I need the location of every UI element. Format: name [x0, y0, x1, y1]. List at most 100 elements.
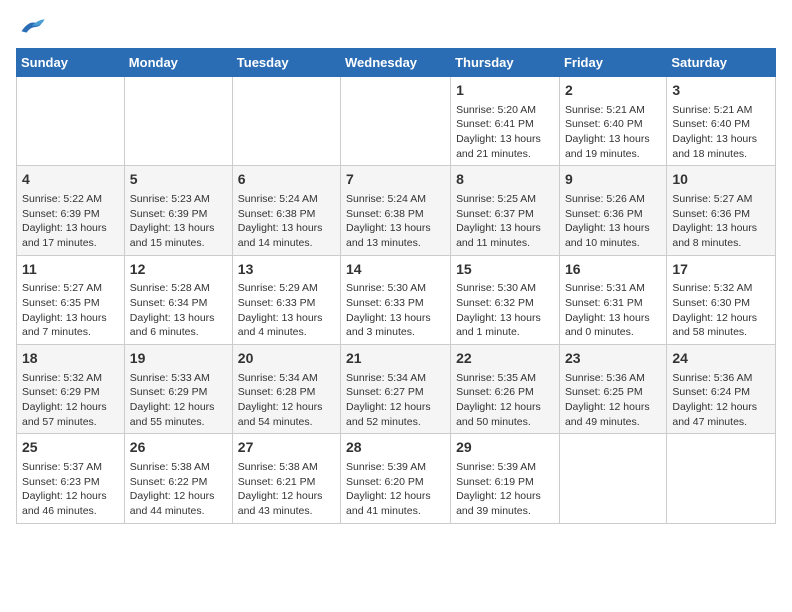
- day-number: 29: [456, 438, 554, 458]
- day-number: 28: [346, 438, 445, 458]
- calendar-week-row: 4Sunrise: 5:22 AM Sunset: 6:39 PM Daylig…: [17, 166, 776, 255]
- calendar-cell: 23Sunrise: 5:36 AM Sunset: 6:25 PM Dayli…: [559, 345, 666, 434]
- day-info: Sunrise: 5:37 AM Sunset: 6:23 PM Dayligh…: [22, 461, 107, 517]
- calendar-cell: 22 Sunrise: 5:35 AM Sunset: 6:26 PM Dayli…: [451, 345, 560, 434]
- calendar-cell: 21 Sunrise: 5:34 AM Sunset: 6:27 PM Dayli…: [341, 345, 451, 434]
- calendar-cell: 7 Sunrise: 5:24 AM Sunset: 6:38 PM Daylig…: [341, 166, 451, 255]
- calendar-cell: 20Sunrise: 5:34 AM Sunset: 6:28 PM Dayli…: [232, 345, 340, 434]
- page-header: [16, 16, 776, 38]
- day-number: 24: [672, 349, 770, 369]
- weekday-header: Wednesday: [341, 49, 451, 77]
- day-number: 11: [22, 260, 119, 280]
- day-number: 12: [130, 260, 227, 280]
- day-info: Sunrise: 5:36 AM Sunset: 6:24 PM Dayligh…: [672, 372, 757, 428]
- day-number: 5: [130, 170, 227, 190]
- day-info: Sunrise: 5:30 AM Sunset: 6:32 PM Dayligh…: [456, 282, 541, 338]
- day-number: 17: [672, 260, 770, 280]
- day-number: 10: [672, 170, 770, 190]
- calendar-cell: 17Sunrise: 5:32 AM Sunset: 6:30 PM Dayli…: [667, 255, 776, 344]
- calendar-cell: 6Sunrise: 5:24 AM Sunset: 6:38 PM Daylig…: [232, 166, 340, 255]
- calendar-cell: [17, 77, 125, 166]
- day-info: Sunrise: 5:25 AM Sunset: 6:37 PM Dayligh…: [456, 193, 541, 249]
- day-info: Sunrise: 5:30 AM Sunset: 6:33 PM Dayligh…: [346, 282, 431, 338]
- day-number: 20: [238, 349, 335, 369]
- calendar-cell: 11Sunrise: 5:27 AM Sunset: 6:35 PM Dayli…: [17, 255, 125, 344]
- calendar-cell: 12Sunrise: 5:28 AM Sunset: 6:34 PM Dayli…: [124, 255, 232, 344]
- day-info: Sunrise: 5:21 AM Sunset: 6:40 PM Dayligh…: [565, 104, 650, 160]
- day-number: 16: [565, 260, 661, 280]
- calendar-cell: 28 Sunrise: 5:39 AM Sunset: 6:20 PM Dayli…: [341, 434, 451, 523]
- day-info: Sunrise: 5:27 AM Sunset: 6:36 PM Dayligh…: [672, 193, 757, 249]
- calendar-cell: 14Sunrise: 5:30 AM Sunset: 6:33 PM Dayli…: [341, 255, 451, 344]
- calendar-week-row: 18 Sunrise: 5:32 AM Sunset: 6:29 PM Dayli…: [17, 345, 776, 434]
- day-info: Sunrise: 5:20 AM Sunset: 6:41 PM Dayligh…: [456, 104, 541, 160]
- day-number: 6: [238, 170, 335, 190]
- day-number: 21: [346, 349, 445, 369]
- calendar-cell: 4Sunrise: 5:22 AM Sunset: 6:39 PM Daylig…: [17, 166, 125, 255]
- day-number: 8: [456, 170, 554, 190]
- calendar-cell: 15Sunrise: 5:30 AM Sunset: 6:32 PM Dayli…: [451, 255, 560, 344]
- day-number: 18: [22, 349, 119, 369]
- calendar-cell: 16Sunrise: 5:31 AM Sunset: 6:31 PM Dayli…: [559, 255, 666, 344]
- calendar-cell: 24 Sunrise: 5:36 AM Sunset: 6:24 PM Dayli…: [667, 345, 776, 434]
- day-number: 13: [238, 260, 335, 280]
- weekday-header: Monday: [124, 49, 232, 77]
- day-info: Sunrise: 5:34 AM Sunset: 6:27 PM Dayligh…: [346, 372, 431, 428]
- calendar-cell: 2 Sunrise: 5:21 AM Sunset: 6:40 PM Daylig…: [559, 77, 666, 166]
- calendar-week-row: 11Sunrise: 5:27 AM Sunset: 6:35 PM Dayli…: [17, 255, 776, 344]
- calendar-cell: 8 Sunrise: 5:25 AM Sunset: 6:37 PM Daylig…: [451, 166, 560, 255]
- day-info: Sunrise: 5:35 AM Sunset: 6:26 PM Dayligh…: [456, 372, 541, 428]
- calendar-cell: 29 Sunrise: 5:39 AM Sunset: 6:19 PM Dayli…: [451, 434, 560, 523]
- day-info: Sunrise: 5:33 AM Sunset: 6:29 PM Dayligh…: [130, 372, 215, 428]
- calendar-cell: 1 Sunrise: 5:20 AM Sunset: 6:41 PM Daylig…: [451, 77, 560, 166]
- day-number: 2: [565, 81, 661, 101]
- day-info: Sunrise: 5:26 AM Sunset: 6:36 PM Dayligh…: [565, 193, 650, 249]
- weekday-header: Thursday: [451, 49, 560, 77]
- calendar-cell: [667, 434, 776, 523]
- weekday-header: Tuesday: [232, 49, 340, 77]
- day-info: Sunrise: 5:32 AM Sunset: 6:30 PM Dayligh…: [672, 282, 757, 338]
- day-number: 3: [672, 81, 770, 101]
- day-number: 19: [130, 349, 227, 369]
- day-number: 27: [238, 438, 335, 458]
- day-info: Sunrise: 5:21 AM Sunset: 6:40 PM Dayligh…: [672, 104, 757, 160]
- calendar-week-row: 25 Sunrise: 5:37 AM Sunset: 6:23 PM Dayli…: [17, 434, 776, 523]
- day-info: Sunrise: 5:39 AM Sunset: 6:20 PM Dayligh…: [346, 461, 431, 517]
- calendar-week-row: 1 Sunrise: 5:20 AM Sunset: 6:41 PM Daylig…: [17, 77, 776, 166]
- weekday-header: Friday: [559, 49, 666, 77]
- calendar-cell: 3 Sunrise: 5:21 AM Sunset: 6:40 PM Daylig…: [667, 77, 776, 166]
- calendar-table: SundayMondayTuesdayWednesdayThursdayFrid…: [16, 48, 776, 524]
- calendar-cell: 9Sunrise: 5:26 AM Sunset: 6:36 PM Daylig…: [559, 166, 666, 255]
- day-number: 7: [346, 170, 445, 190]
- day-number: 25: [22, 438, 119, 458]
- day-info: Sunrise: 5:29 AM Sunset: 6:33 PM Dayligh…: [238, 282, 323, 338]
- day-number: 14: [346, 260, 445, 280]
- day-info: Sunrise: 5:38 AM Sunset: 6:22 PM Dayligh…: [130, 461, 215, 517]
- day-info: Sunrise: 5:24 AM Sunset: 6:38 PM Dayligh…: [346, 193, 431, 249]
- calendar-cell: [232, 77, 340, 166]
- day-info: Sunrise: 5:38 AM Sunset: 6:21 PM Dayligh…: [238, 461, 323, 517]
- calendar-cell: 18 Sunrise: 5:32 AM Sunset: 6:29 PM Dayli…: [17, 345, 125, 434]
- calendar-cell: 10 Sunrise: 5:27 AM Sunset: 6:36 PM Dayli…: [667, 166, 776, 255]
- calendar-cell: 25 Sunrise: 5:37 AM Sunset: 6:23 PM Dayli…: [17, 434, 125, 523]
- day-number: 23: [565, 349, 661, 369]
- day-info: Sunrise: 5:32 AM Sunset: 6:29 PM Dayligh…: [22, 372, 107, 428]
- day-number: 1: [456, 81, 554, 101]
- calendar-cell: [341, 77, 451, 166]
- logo-bird-icon: [18, 16, 46, 38]
- day-info: Sunrise: 5:31 AM Sunset: 6:31 PM Dayligh…: [565, 282, 650, 338]
- calendar-cell: 19 Sunrise: 5:33 AM Sunset: 6:29 PM Dayli…: [124, 345, 232, 434]
- calendar-cell: [559, 434, 666, 523]
- calendar-cell: 5 Sunrise: 5:23 AM Sunset: 6:39 PM Daylig…: [124, 166, 232, 255]
- calendar-cell: 27 Sunrise: 5:38 AM Sunset: 6:21 PM Dayli…: [232, 434, 340, 523]
- day-number: 4: [22, 170, 119, 190]
- weekday-header: Saturday: [667, 49, 776, 77]
- day-info: Sunrise: 5:27 AM Sunset: 6:35 PM Dayligh…: [22, 282, 107, 338]
- day-number: 15: [456, 260, 554, 280]
- calendar-cell: [124, 77, 232, 166]
- calendar-cell: 26Sunrise: 5:38 AM Sunset: 6:22 PM Dayli…: [124, 434, 232, 523]
- day-info: Sunrise: 5:23 AM Sunset: 6:39 PM Dayligh…: [130, 193, 215, 249]
- calendar-cell: 13Sunrise: 5:29 AM Sunset: 6:33 PM Dayli…: [232, 255, 340, 344]
- day-info: Sunrise: 5:39 AM Sunset: 6:19 PM Dayligh…: [456, 461, 541, 517]
- day-number: 22: [456, 349, 554, 369]
